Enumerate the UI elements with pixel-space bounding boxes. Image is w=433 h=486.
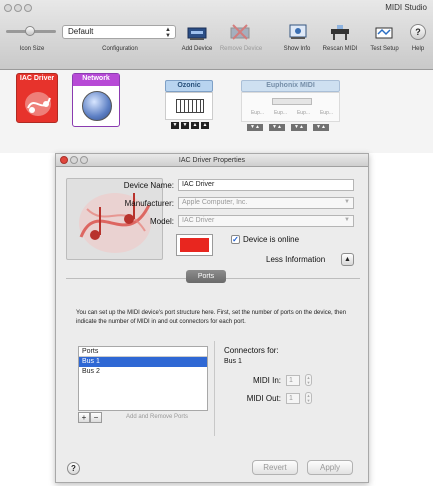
keyboard-icon: [176, 99, 204, 113]
help-icon[interactable]: ?: [410, 24, 426, 40]
window-title: MIDI Studio: [385, 3, 427, 12]
port-icon[interactable]: ▼▲: [269, 124, 285, 131]
device-name-label: Device Name:: [123, 181, 174, 190]
device-ozonic-ports: ▼ ▼ ▲ ▲: [171, 122, 209, 129]
device-iac-driver-label: IAC Driver: [19, 75, 55, 82]
dialog-help-button[interactable]: ?: [67, 462, 80, 475]
sub-device-label: Eup...: [296, 110, 311, 116]
iac-driver-properties-dialog: IAC Driver Properties Device Name: IAC D…: [55, 153, 369, 483]
port-icon[interactable]: ▼▲: [247, 124, 263, 131]
dialog-zoom-button[interactable]: [80, 156, 88, 164]
device-canvas: IAC Driver Network Ozonic ▼ ▼ ▲ ▲ Euphon…: [0, 70, 433, 153]
dialog-title: IAC Driver Properties: [56, 154, 368, 167]
chevron-updown-icon: ▲ ▼: [165, 27, 171, 39]
minimize-window-button[interactable]: [14, 4, 22, 12]
list-item[interactable]: Bus 1: [79, 357, 207, 367]
add-port-button[interactable]: +: [78, 412, 90, 423]
list-item[interactable]: Bus 2: [79, 367, 207, 377]
test-setup-icon[interactable]: [373, 22, 395, 42]
midi-in-field[interactable]: 1: [286, 375, 300, 386]
port-icon[interactable]: ▼: [171, 122, 179, 129]
vertical-divider: [214, 341, 215, 436]
midi-in-stepper[interactable]: ▲ ▼: [305, 374, 312, 386]
zoom-window-button[interactable]: [24, 4, 32, 12]
revert-button[interactable]: Revert: [252, 460, 298, 475]
port-icon[interactable]: ▲: [201, 122, 209, 129]
sub-device-label: Eup...: [319, 110, 334, 116]
remove-port-button[interactable]: −: [90, 412, 102, 423]
connectors-bus-label: Bus 1: [224, 358, 242, 365]
dialog-close-button[interactable]: [60, 156, 68, 164]
close-window-button[interactable]: [4, 4, 12, 12]
midi-out-field[interactable]: 1: [286, 393, 300, 404]
show-info-button[interactable]: Show Info: [279, 46, 315, 52]
less-information-label: Less Information: [266, 255, 326, 264]
device-icon: [272, 98, 312, 105]
tab-ports[interactable]: Ports: [186, 270, 226, 283]
chevron-down-icon: ▼: [344, 199, 350, 205]
add-remove-ports-label: Add and Remove Ports: [126, 414, 189, 420]
configuration-value: Default: [68, 27, 94, 36]
test-setup-button[interactable]: Test Setup: [366, 46, 403, 52]
sub-device-label: Eup...: [273, 110, 288, 116]
show-info-icon[interactable]: [287, 22, 309, 42]
device-online-label: Device is online: [243, 235, 300, 244]
model-field[interactable]: IAC Driver ▼: [178, 215, 354, 227]
sub-device-label: Eup...: [250, 110, 265, 116]
add-device-icon[interactable]: [186, 22, 208, 42]
configuration-select[interactable]: Default ▲ ▼: [62, 25, 176, 39]
manufacturer-value: Apple Computer, Inc.: [182, 199, 248, 206]
device-euphonix-label: Euphonix MIDI: [241, 80, 340, 92]
port-icon[interactable]: ▼: [181, 122, 189, 129]
device-network-label: Network: [82, 75, 110, 82]
midi-studio-window: MIDI Studio Icon Size Default ▲ ▼ Configu…: [0, 0, 433, 153]
port-icon[interactable]: ▼▲: [313, 124, 329, 131]
device-name-field[interactable]: IAC Driver: [178, 179, 354, 191]
remove-device-button[interactable]: Remove Device: [219, 46, 263, 52]
globe-icon: [82, 91, 112, 121]
rescan-midi-icon[interactable]: [329, 22, 351, 42]
device-ozonic[interactable]: Ozonic ▼ ▼ ▲ ▲: [165, 80, 213, 132]
midi-out-label: MIDI Out:: [246, 394, 281, 403]
ports-list[interactable]: Ports Bus 1 Bus 2: [78, 346, 208, 411]
port-icon[interactable]: ▲: [191, 122, 199, 129]
configuration-label: Configuration: [102, 46, 138, 52]
connectors-for-label: Connectors for:: [224, 346, 279, 355]
midi-in-label: MIDI In:: [252, 376, 281, 385]
toolbar: MIDI Studio Icon Size Default ▲ ▼ Configu…: [0, 0, 433, 70]
device-online-checkbox[interactable]: ✓: [231, 235, 240, 244]
device-ozonic-label: Ozonic: [165, 80, 213, 92]
icon-size-label: Icon Size: [19, 46, 45, 52]
less-information-button[interactable]: ▲: [341, 253, 354, 266]
apply-button[interactable]: Apply: [307, 460, 353, 475]
device-iac-driver[interactable]: IAC Driver: [16, 73, 58, 123]
chevron-down-icon: ▼: [344, 217, 350, 223]
add-remove-ports-buttons: + −: [78, 412, 102, 423]
ports-list-header: Ports: [79, 347, 207, 357]
device-euphonix-ports: ▼▲ ▼▲ ▼▲ ▼▲: [247, 124, 329, 131]
device-network[interactable]: Network: [72, 73, 120, 127]
port-icon[interactable]: ▼▲: [291, 124, 307, 131]
midi-notes-icon: [25, 92, 51, 116]
device-euphonix-midi[interactable]: Euphonix MIDI Eup... Eup... Eup... Eup..…: [241, 80, 340, 134]
midi-out-stepper[interactable]: ▲ ▼: [305, 392, 312, 404]
help-button[interactable]: Help: [408, 46, 428, 52]
manufacturer-field[interactable]: Apple Computer, Inc. ▼: [178, 197, 354, 209]
model-label: Model:: [149, 217, 174, 226]
device-color-swatch: [180, 238, 209, 252]
rescan-midi-button[interactable]: Rescan MIDI: [321, 46, 359, 52]
model-value: IAC Driver: [182, 217, 215, 224]
manufacturer-label: Manufacturer:: [124, 199, 174, 208]
ports-instructions: You can set up the MIDI device's port st…: [76, 310, 347, 325]
dialog-minimize-button[interactable]: [70, 156, 78, 164]
remove-device-icon[interactable]: [229, 22, 251, 42]
icon-size-slider-knob[interactable]: [25, 26, 35, 36]
add-device-button[interactable]: Add Device: [177, 46, 217, 52]
device-color-well[interactable]: [176, 234, 213, 256]
